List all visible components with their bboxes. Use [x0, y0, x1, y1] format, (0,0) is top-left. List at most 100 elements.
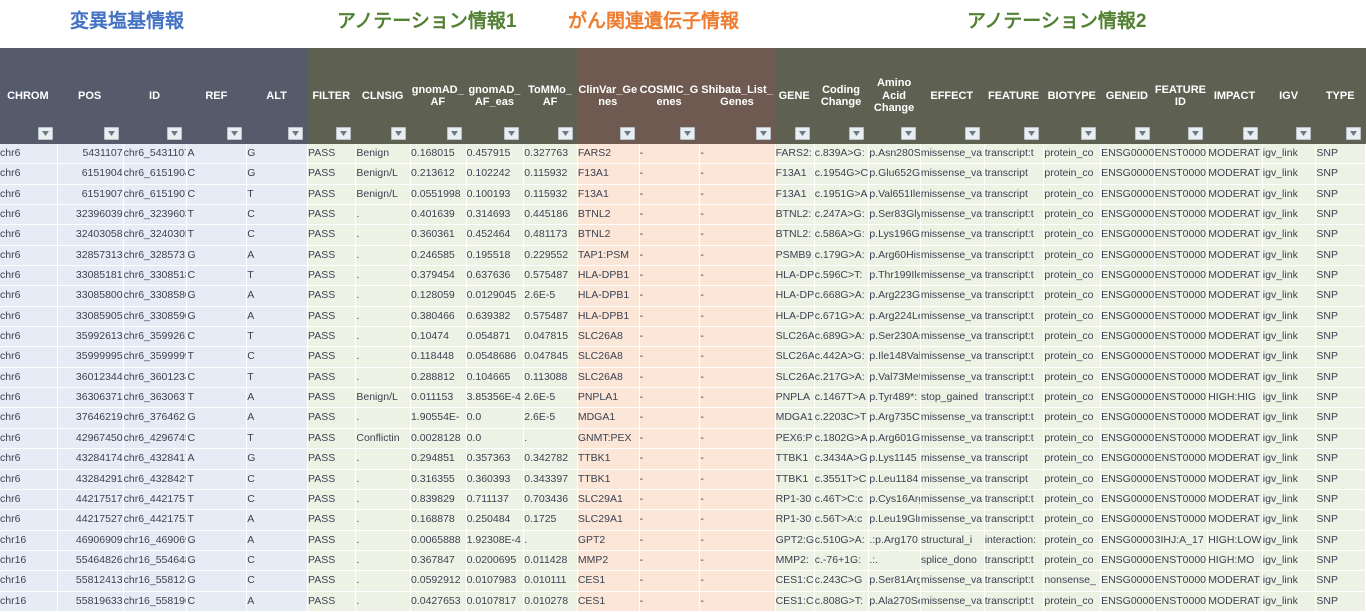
filter-dropdown-cosmic-genes[interactable] — [680, 127, 696, 140]
table-row[interactable]: chr644217517chr6_44217517TCPASS.0.839829… — [0, 489, 1366, 511]
column-header-alt[interactable]: ALT — [247, 48, 308, 144]
column-header-feature[interactable]: FEATURE — [984, 48, 1045, 144]
cell-type: SNP — [1316, 489, 1366, 511]
cell-ref: C — [187, 266, 248, 287]
column-header-featureid[interactable]: FEATUREID — [1154, 48, 1209, 144]
column-header-pos[interactable]: POS — [57, 48, 124, 144]
table-row[interactable]: chr633085800chr6_33085800GAPASS.0.128059… — [0, 286, 1366, 307]
table-row[interactable]: chr632396039chr6_32396039TCPASS.0.401639… — [0, 205, 1366, 226]
table-row[interactable]: chr637646219chr6_37646219GAPASS.1.90554E… — [0, 408, 1366, 429]
table-row[interactable]: chr636012344chr6_36012344CTPASS.0.288812… — [0, 367, 1366, 389]
caption-annotation-info-1: アノテーション情報1 — [337, 11, 517, 32]
cell-alt: A — [247, 408, 308, 429]
filter-dropdown-clnsig[interactable] — [390, 127, 406, 140]
table-row[interactable]: chr1655464826chr16_55464826GCPASS.0.3678… — [0, 550, 1366, 572]
filter-dropdown-shibata-list-genes[interactable] — [755, 127, 771, 140]
filter-dropdown-ref[interactable] — [227, 127, 243, 140]
column-header-effect[interactable]: EFFECT — [920, 48, 985, 144]
filter-dropdown-gnomad-af-eas[interactable] — [504, 127, 520, 140]
table-row[interactable]: chr633085181chr6_33085181CTPASS.0.379454… — [0, 266, 1366, 287]
cell-cosmic-genes: - — [639, 449, 701, 470]
filter-dropdown-geneid[interactable] — [1134, 127, 1150, 140]
table-row[interactable]: chr633085905chr6_33085905GAPASS.0.380466… — [0, 306, 1366, 328]
filter-dropdown-gnomad-af[interactable] — [446, 127, 462, 140]
column-header-label: IMPACT — [1213, 89, 1256, 102]
column-header-id[interactable]: ID — [123, 48, 188, 144]
filter-dropdown-alt[interactable] — [287, 127, 303, 140]
filter-dropdown-featureid[interactable] — [1188, 127, 1204, 140]
column-header-clnsig[interactable]: CLNSIG — [356, 48, 411, 144]
cell-featureid: ENST0000 — [1154, 510, 1209, 531]
table-row[interactable]: chr636306371chr6_36306371TAPASSBenign/L0… — [0, 388, 1366, 409]
filter-dropdown-chrom[interactable] — [37, 127, 53, 140]
column-header-gnomad-af[interactable]: gnomAD_AF — [410, 48, 467, 144]
cell-id: chr6_43284291 — [123, 469, 188, 490]
cell-amino-acid-change: p.Tyr489*: — [869, 388, 921, 409]
table-row[interactable]: chr1646906909chr16_46906909GAPASS.0.0065… — [0, 530, 1366, 551]
column-header-cosmic-genes[interactable]: COSMIC_Genes — [639, 48, 701, 144]
filter-dropdown-feature[interactable] — [1024, 127, 1040, 140]
cell-gnomad-af-eas: 0.0548686 — [466, 347, 525, 368]
table-row[interactable]: chr1655819633chr16_55819633CAPASS.0.0427… — [0, 591, 1366, 612]
cell-pos: 42967450 — [57, 428, 124, 450]
table-row[interactable]: chr644217527chr6_44217527TAPASS.0.168878… — [0, 510, 1366, 531]
table-row[interactable]: chr635992613chr6_35992613CTPASS.0.104740… — [0, 327, 1366, 348]
table-row[interactable]: chr632857313chr6_32857313GAPASS.0.246585… — [0, 245, 1366, 267]
filter-dropdown-effect[interactable] — [964, 127, 980, 140]
table-row[interactable]: chr6 6151907 chr6_6151907 C T PASS Benign/L 0.0… — [0, 184, 1366, 206]
filter-dropdown-impact[interactable] — [1242, 127, 1258, 140]
filter-dropdown-type[interactable] — [1346, 127, 1361, 140]
filter-dropdown-clinvar-genes[interactable] — [619, 127, 635, 140]
filter-dropdown-pos[interactable] — [103, 127, 119, 140]
table-row[interactable]: chr635999995chr6_35999995TCPASS.0.118448… — [0, 347, 1366, 368]
column-header-tommo-af[interactable]: ToMMo_AF — [524, 48, 578, 144]
column-header-chrom[interactable]: CHROM — [0, 48, 58, 144]
column-header-type[interactable]: TYPE — [1316, 48, 1366, 144]
column-header-gnomad-af-eas[interactable]: gnomAD_AF_eas — [466, 48, 525, 144]
cell-impact: MODERAT — [1208, 144, 1263, 165]
table-row[interactable]: chr6 6151904 chr6_6151904 C G PASS Benign/L 0.2… — [0, 164, 1366, 185]
cell-filter: PASS — [307, 306, 357, 328]
cell-type: SNP — [1316, 449, 1366, 470]
table-row[interactable]: chr643284174chr6_43284174AGPASS.0.294851… — [0, 449, 1366, 470]
column-header-impact[interactable]: IMPACT — [1208, 48, 1263, 144]
column-header-biotype[interactable]: BIOTYPE — [1044, 48, 1102, 144]
column-header-gene[interactable]: GENE — [775, 48, 815, 144]
chevron-down-icon — [904, 131, 912, 136]
column-header-igv[interactable]: IGV — [1262, 48, 1317, 144]
table-row[interactable]: chr643284291chr6_43284291TCPASS.0.316355… — [0, 469, 1366, 490]
column-header-clinvar-genes[interactable]: ClinVar_Genes — [577, 48, 640, 144]
table-row[interactable]: chr6 5431107 chr6_5431107 A G PASS Benign 0.168… — [0, 144, 1366, 165]
filter-dropdown-coding-change[interactable] — [849, 127, 865, 140]
filter-dropdown-igv[interactable] — [1296, 127, 1312, 140]
filter-dropdown-tommo-af[interactable] — [557, 127, 573, 140]
cell-coding-change: c.3434A>G — [814, 449, 870, 470]
table-row[interactable]: chr632403058chr6_32403058TCPASS.0.360361… — [0, 225, 1366, 246]
filter-dropdown-biotype[interactable] — [1081, 127, 1097, 140]
cell-biotype: protein_co — [1044, 469, 1102, 490]
cell-chrom: chr6 — [0, 184, 58, 206]
cell-id: chr6_33085181 — [123, 266, 188, 287]
table-row[interactable]: chr1655812413chr16_55812413GCPASS.0.0592… — [0, 571, 1366, 592]
column-header-geneid[interactable]: GENEID — [1101, 48, 1155, 144]
filter-dropdown-gene[interactable] — [794, 127, 810, 140]
filter-dropdown-id[interactable] — [167, 127, 183, 140]
cell-featureid: ENST0000 — [1154, 164, 1209, 185]
column-header-shibata-list-genes[interactable]: Shibata_List_Genes — [700, 48, 776, 144]
filter-dropdown-amino-acid-change[interactable] — [900, 127, 916, 140]
cell-chrom: chr6 — [0, 286, 58, 307]
cell-alt: G — [247, 164, 308, 185]
cell-tommo-af: 0.115932 — [524, 184, 578, 206]
column-header-filter[interactable]: FILTER — [307, 48, 357, 144]
chevron-down-icon — [1300, 131, 1308, 136]
column-header-ref[interactable]: REF — [187, 48, 248, 144]
table-header: CHROM POS ID REF ALT FILTER CLNSIG gnomAD_AF gno… — [0, 48, 1366, 144]
column-header-coding-change[interactable]: Coding Change — [814, 48, 870, 144]
cell-igv: igv_link — [1262, 591, 1317, 612]
cell-alt: A — [247, 245, 308, 267]
table-row[interactable]: chr642967450chr6_42967450CTPASSConflicti… — [0, 428, 1366, 450]
column-header-label: Coding Change — [820, 83, 862, 109]
cell-gnomad-af-eas: 0.0 — [466, 408, 525, 429]
filter-dropdown-filter[interactable] — [336, 127, 352, 140]
column-header-amino-acid-change[interactable]: Amino Acid Change — [869, 48, 921, 144]
